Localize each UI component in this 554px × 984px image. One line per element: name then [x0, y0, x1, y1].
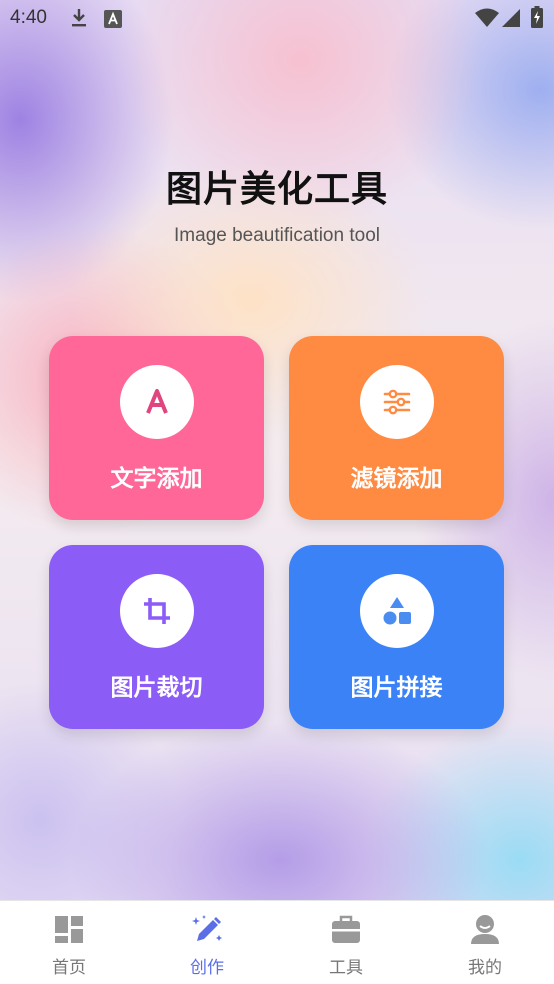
user-icon	[469, 913, 501, 945]
nav-label-create: 创作	[190, 958, 224, 978]
page-subtitle: Image beautification tool	[174, 225, 380, 246]
battery-charging-icon	[531, 6, 543, 32]
toolbox-icon	[330, 913, 362, 945]
image-stitch-label: 图片拼接	[350, 675, 443, 701]
wifi-icon	[475, 8, 499, 32]
image-stitch-card[interactable]: 图片拼接	[289, 545, 504, 729]
download-icon	[70, 8, 88, 32]
status-time: 4:40	[10, 7, 47, 28]
text-add-card[interactable]: 文字添加	[49, 336, 264, 520]
nav-label-home: 首页	[52, 958, 86, 978]
shapes-icon	[360, 574, 434, 648]
nav-item-mine[interactable]: 我的	[416, 901, 554, 984]
magic-pen-icon	[191, 913, 223, 945]
nav-item-home[interactable]: 首页	[0, 901, 138, 984]
nav-item-tools[interactable]: 工具	[277, 901, 415, 984]
image-crop-card[interactable]: 图片裁切	[49, 545, 264, 729]
nav-label-mine: 我的	[468, 958, 502, 978]
a-notification-icon	[104, 10, 122, 32]
dashboard-icon	[53, 913, 85, 945]
text-add-label: 文字添加	[110, 466, 203, 492]
filter-add-card[interactable]: 滤镜添加	[289, 336, 504, 520]
sliders-icon	[360, 365, 434, 439]
filter-add-label: 滤镜添加	[350, 466, 443, 492]
nav-item-create[interactable]: 创作	[138, 901, 276, 984]
image-crop-label: 图片裁切	[110, 675, 203, 701]
bottom-nav: 首页 创作 工具 我的	[0, 900, 554, 984]
text-a-icon	[120, 365, 194, 439]
crop-icon	[120, 574, 194, 648]
nav-label-tools: 工具	[329, 958, 363, 978]
signal-icon	[502, 9, 520, 31]
status-bar: 4:40	[0, 0, 554, 38]
page-title: 图片美化工具	[165, 169, 388, 210]
